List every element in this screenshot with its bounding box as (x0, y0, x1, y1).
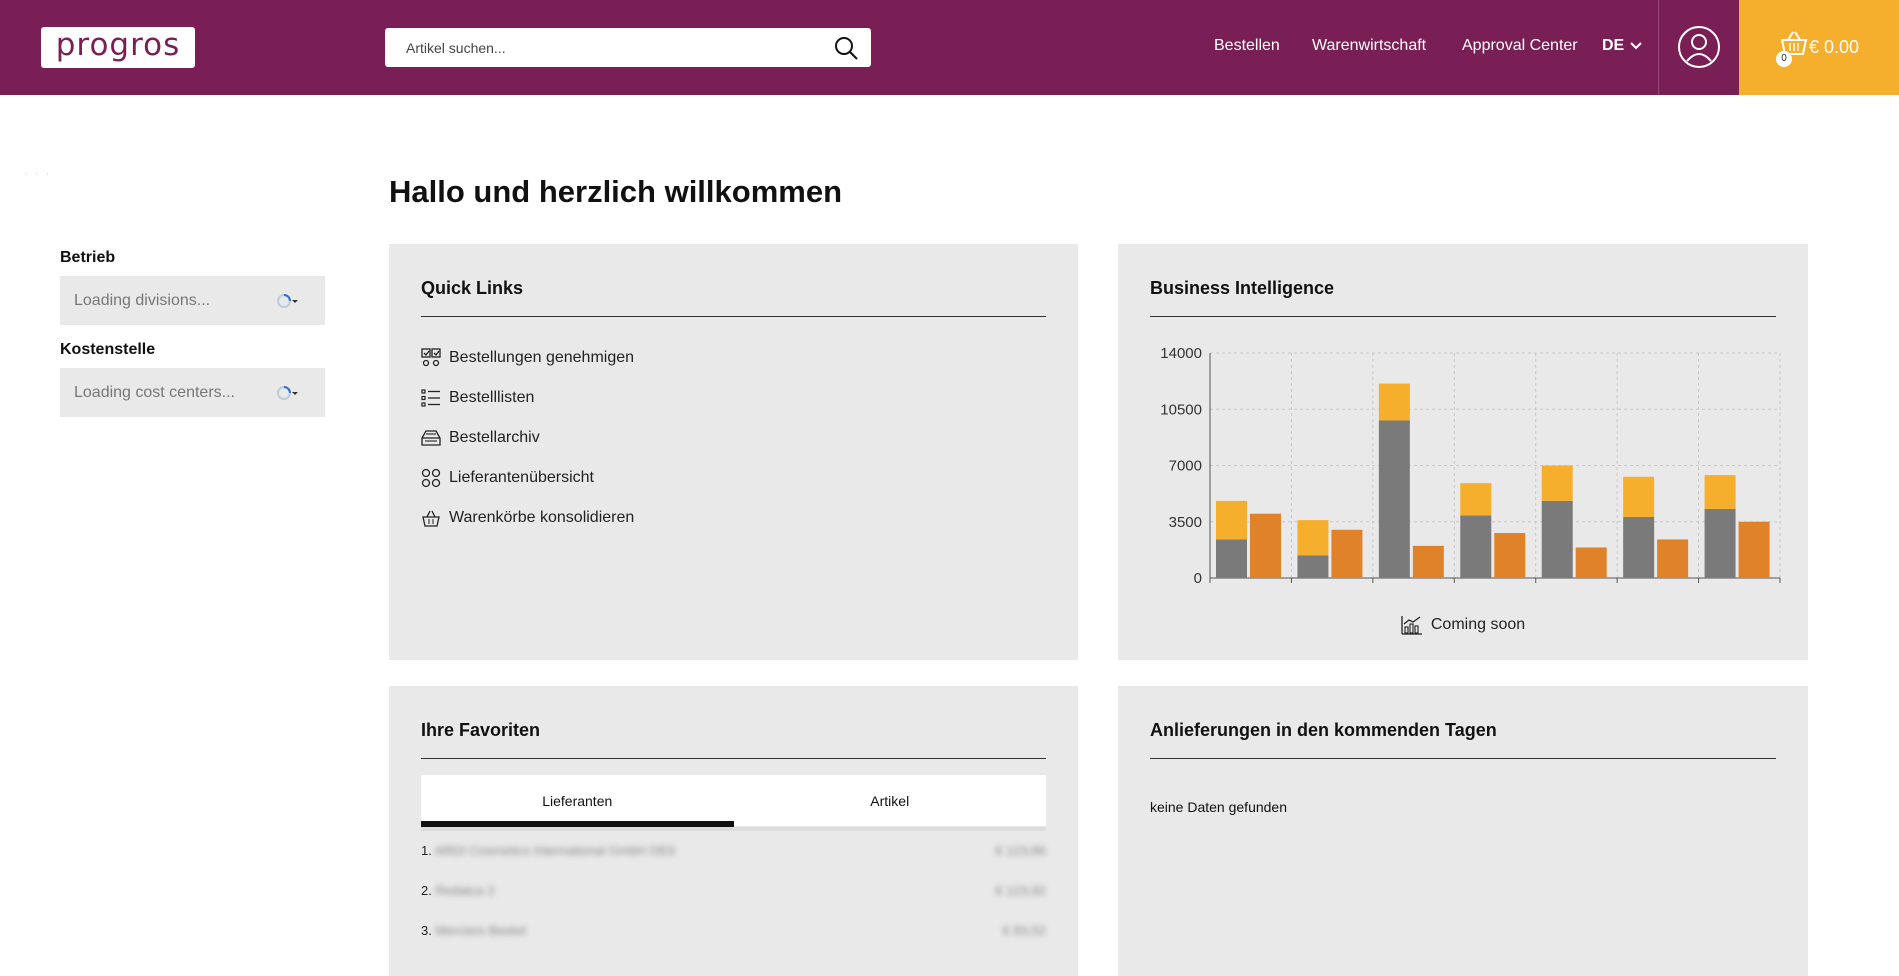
y-tick-label: 3500 (1169, 514, 1202, 531)
chart-trend-icon (1401, 616, 1422, 635)
quick-link-label: Warenkörbe konsolidieren (449, 509, 635, 526)
business-intelligence-card: Business Intelligence 0 3500 7000 10500 1400… (1118, 244, 1808, 660)
kostenstelle-label: Kostenstelle (60, 341, 156, 358)
bar-gray (1216, 539, 1247, 578)
favorite-rank: 3. (421, 923, 432, 938)
search-input[interactable] (385, 28, 825, 67)
list-item[interactable]: 3. Merciers Beekd € 83,52 (421, 923, 1046, 938)
progros-logo[interactable]: progros (41, 27, 195, 68)
favorite-name: ARDI Cosmetics International GmbH DE6 (434, 843, 676, 858)
bar-yellow (1378, 383, 1410, 421)
coming-soon: Coming soon (1118, 615, 1808, 635)
bar-yellow (1623, 476, 1655, 517)
no-data-message: keine Daten gefunden (1150, 799, 1287, 815)
archive-icon (421, 430, 441, 446)
top-header: progros Bestellen Warenwirtschaft Approv… (0, 0, 1899, 95)
approve-icon (421, 348, 441, 367)
kostenstelle-value: Loading cost centers... (74, 383, 235, 401)
quick-link-label: Bestelllisten (449, 389, 535, 406)
cart-count-badge: 0 (1776, 51, 1792, 67)
search-icon[interactable] (833, 35, 859, 61)
bar-gray (1623, 516, 1655, 578)
betrieb-label: Betrieb (60, 249, 116, 266)
list-item[interactable]: 2. Redatca 2 € 123,92 (421, 883, 1046, 898)
nav-bestellen[interactable]: Bestellen (1214, 37, 1280, 55)
quick-link-bestelllisten[interactable]: Bestelllisten (421, 388, 534, 408)
quick-link-label: Bestellarchiv (449, 429, 540, 446)
tabs-underline (421, 827, 1046, 831)
bar-gray (1704, 508, 1736, 578)
quick-link-label: Lieferantenübersicht (449, 469, 594, 486)
favorites-title: Ihre Favoriten (421, 720, 541, 740)
quick-link-warenkoerbe[interactable]: Warenkörbe konsolidieren (421, 508, 634, 528)
chevron-down-icon (1630, 42, 1642, 50)
bar-orange (1250, 513, 1281, 578)
loading-spinner-icon (277, 294, 298, 308)
nav-warenwirtschaft[interactable]: Warenwirtschaft (1312, 37, 1426, 55)
tab-lieferanten[interactable]: Lieferanten (421, 775, 734, 827)
list-icon (421, 389, 440, 407)
bar-gray (1541, 500, 1573, 578)
deliveries-title: Anlieferungen in den kommenden Tagen (1150, 720, 1497, 740)
bar-orange (1494, 533, 1526, 578)
cart-button[interactable]: 0 € 0.00 (1739, 0, 1899, 95)
favorites-tabs: Lieferanten Artikel (421, 775, 1047, 827)
bar-orange (1412, 545, 1444, 578)
bar-yellow (1297, 520, 1329, 556)
favorite-rank: 2. (421, 883, 432, 898)
favorite-rank: 1. (421, 843, 432, 858)
card-divider (421, 758, 1046, 759)
quick-links-title: Quick Links (421, 278, 524, 298)
coming-soon-label: Coming soon (1430, 616, 1526, 633)
bar-gray (1297, 555, 1329, 578)
nav-approval-center[interactable]: Approval Center (1462, 37, 1578, 55)
bar-gray (1460, 515, 1492, 578)
bar-yellow (1541, 465, 1573, 501)
kostenstelle-select[interactable]: Loading cost centers... (60, 368, 325, 417)
logo-text: progros (55, 27, 181, 63)
y-tick-label: 10500 (1160, 401, 1202, 418)
favorite-name: Redatca 2 (435, 883, 495, 898)
betrieb-value: Loading divisions... (74, 291, 211, 309)
betrieb-select[interactable]: Loading divisions... (60, 276, 325, 325)
quick-links-card: Quick Links Bestellungen genehmigen Best… (389, 244, 1078, 660)
bar-yellow (1460, 483, 1492, 516)
tab-artikel[interactable]: Artikel (734, 775, 1047, 826)
card-divider (1150, 758, 1776, 759)
bar-orange (1738, 521, 1770, 578)
cart-total: € 0.00 (1809, 37, 1860, 57)
y-tick-label: 7000 (1169, 458, 1202, 475)
quick-link-lieferanten[interactable]: Lieferantenübersicht (421, 468, 594, 488)
language-selector[interactable]: DE (1602, 37, 1642, 55)
bar-orange (1575, 547, 1607, 578)
bar-yellow (1704, 475, 1736, 509)
bar-orange (1331, 529, 1363, 578)
user-account-icon[interactable] (1677, 25, 1721, 69)
header-divider (1658, 0, 1659, 95)
quick-link-bestellarchiv[interactable]: Bestellarchiv (421, 428, 540, 448)
list-item[interactable]: 1. ARDI Cosmetics International GmbH DE6… (421, 843, 1046, 858)
quick-link-approve[interactable]: Bestellungen genehmigen (421, 348, 634, 368)
favorites-card: Ihre Favoriten Lieferanten Artikel 1. AR… (389, 686, 1078, 976)
favorite-name: Merciers Beekd (435, 923, 526, 938)
bar-orange (1657, 539, 1689, 578)
loading-spinner-icon (277, 386, 298, 400)
bar-gray (1378, 420, 1410, 578)
page-title: Hallo und herzlich willkommen (389, 174, 843, 209)
card-divider (421, 316, 1046, 317)
deliveries-card: Anlieferungen in den kommenden Tagen kei… (1118, 686, 1808, 976)
basket-icon (422, 510, 440, 527)
sidebar-dots: · · · (24, 168, 52, 180)
bar-yellow (1216, 500, 1247, 540)
search-bar (385, 28, 871, 67)
favorite-value: € 123,92 (995, 883, 1046, 898)
suppliers-icon (421, 468, 441, 488)
y-tick-label: 14000 (1160, 345, 1202, 362)
bi-bar-chart: 0 3500 7000 10500 14000 (1160, 345, 1781, 587)
y-tick-label: 0 (1194, 570, 1202, 587)
favorite-value: € 83,52 (1002, 923, 1046, 938)
language-label: DE (1602, 37, 1625, 54)
favorite-value: € 123,86 (995, 843, 1046, 858)
quick-link-label: Bestellungen genehmigen (449, 349, 635, 366)
